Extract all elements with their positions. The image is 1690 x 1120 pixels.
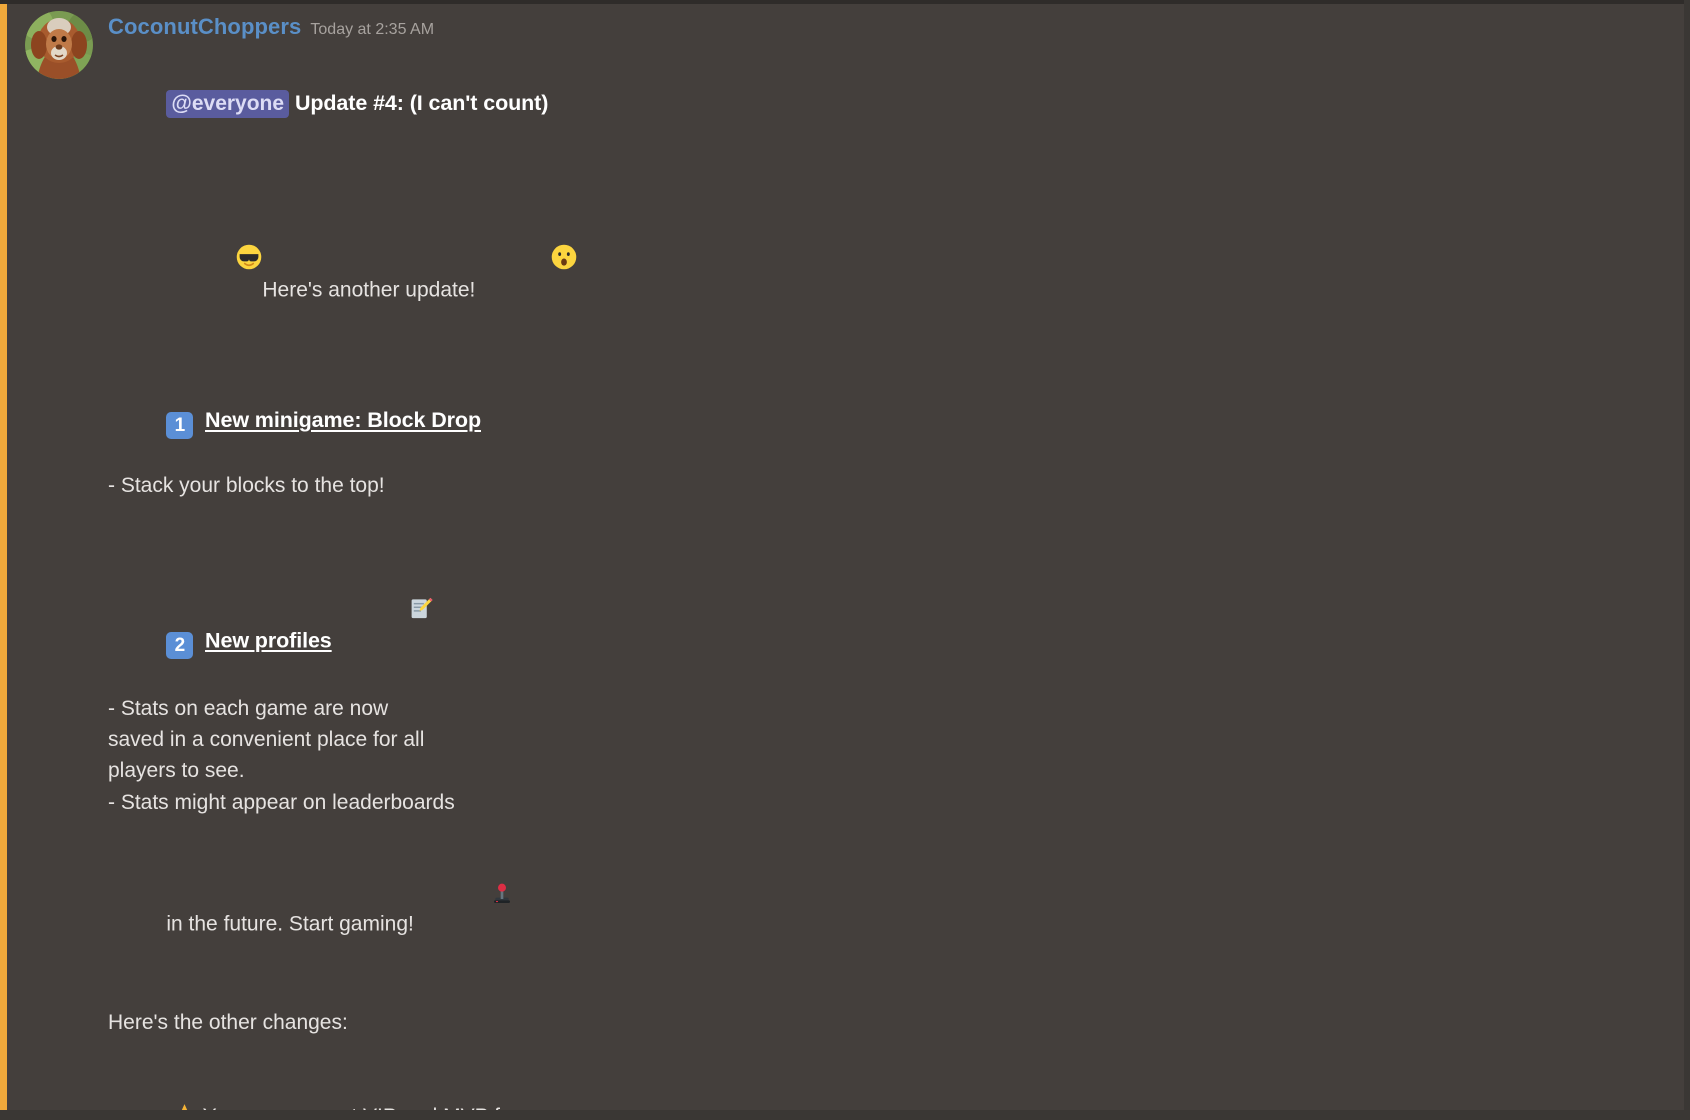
intro-text: Here's another update! bbox=[262, 278, 476, 302]
section-2-line-1: - Stats on each game are now bbox=[108, 696, 389, 720]
message-title-line: @everyone Update #4: (I can't count) bbox=[108, 57, 1608, 151]
face-with-open-mouth-icon bbox=[481, 213, 577, 311]
update-title: Update #4: (I can't count) bbox=[294, 91, 549, 116]
section-2-line-4: - Stats might appear on leaderboards bbox=[108, 790, 455, 814]
section-1-heading: 1 New minigame: Block Drop bbox=[108, 373, 1608, 470]
section-1-line-1: - Stack your blocks to the top! bbox=[108, 473, 385, 497]
keycap-2-icon: 2 bbox=[166, 632, 194, 660]
mention-highlight-bar bbox=[0, 0, 7, 1110]
section-2-line-3: players to see. bbox=[108, 759, 245, 783]
message-body: @everyone Update #4: (I can't count) Her… bbox=[108, 57, 1608, 1120]
message-timestamp: Today at 2:35 AM bbox=[310, 21, 435, 38]
message-container[interactable]: CoconutChoppers Today at 2:35 AM @everyo… bbox=[0, 0, 1684, 1120]
window-right-edge bbox=[1684, 0, 1690, 1120]
joystick-icon bbox=[420, 849, 514, 945]
window-top-edge bbox=[0, 0, 1690, 4]
section-1-title: New minigame: Block Drop bbox=[205, 407, 481, 432]
smiling-face-with-sunglasses-icon bbox=[166, 213, 262, 311]
other-changes-header: Here's the other changes: bbox=[108, 1011, 348, 1035]
window-bottom-edge bbox=[0, 1110, 1690, 1120]
memo-icon bbox=[338, 564, 434, 662]
discord-message-view: CoconutChoppers Today at 2:35 AM @everyo… bbox=[0, 0, 1690, 1120]
everyone-mention[interactable]: @everyone bbox=[166, 90, 290, 119]
section-2-line-5-text: in the future. Start gaming! bbox=[166, 912, 414, 936]
keycap-1-icon: 1 bbox=[166, 411, 194, 439]
message-author[interactable]: CoconutChoppers bbox=[108, 14, 301, 40]
avatar[interactable] bbox=[25, 11, 93, 79]
section-2-line-2: saved in a convenient place for all bbox=[108, 728, 425, 752]
message-header: CoconutChoppers Today at 2:35 AM bbox=[24, 10, 1684, 79]
section-2-title: New profiles bbox=[205, 628, 332, 653]
section-2-line-5: in the future. Start gaming! bbox=[108, 818, 1608, 976]
intro-line: Here's another update! bbox=[108, 182, 1608, 342]
section-2-heading: 2 New profiles bbox=[108, 532, 1608, 692]
